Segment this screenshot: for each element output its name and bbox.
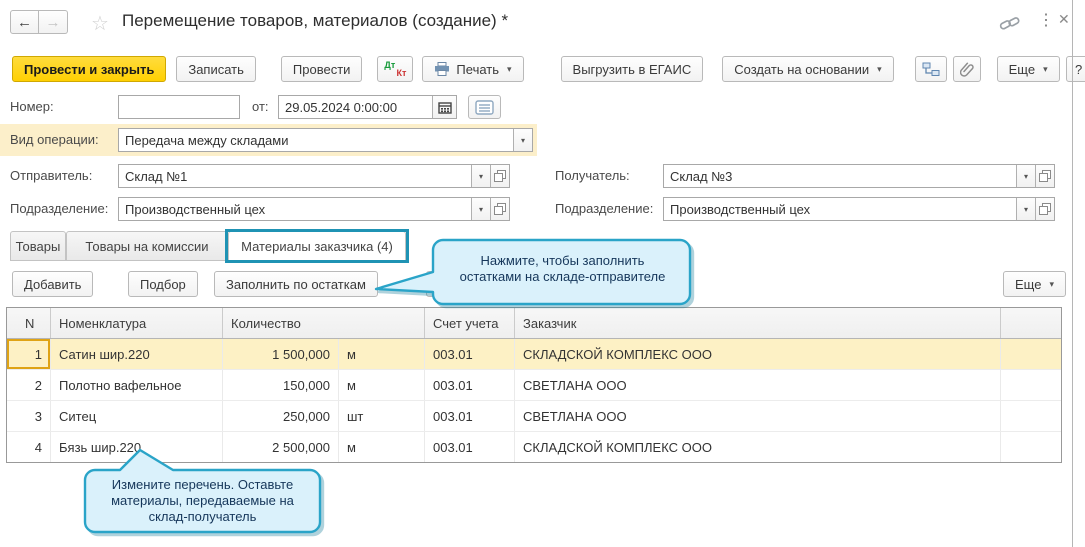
operation-select[interactable]: Передача между складами ▾ [118,128,533,152]
printer-icon [434,62,450,76]
table-more-button[interactable]: Еще ▾ [1003,271,1066,297]
more-menu-icon[interactable]: ⋮ [1038,10,1054,30]
close-icon[interactable]: ✕ [1058,11,1070,28]
help-button[interactable]: ? [1066,56,1085,82]
document-window: ← → ☆ Перемещение товаров, материалов (с… [0,0,1085,547]
table-row[interactable]: 3 Ситец 250,000 шт 003.01 СВЕТЛАНА ООО [7,401,1061,432]
print-button[interactable]: Печать ▾ [422,56,523,82]
date-input[interactable]: 29.05.2024 0:00:00 [278,95,457,119]
fill-hint-text: Нажмите, чтобы заполнить остатками на ск… [450,253,675,285]
column-header-item[interactable]: Номенклатура [51,308,223,338]
sender-label: Отправитель: [10,164,92,188]
link-icon[interactable] [999,15,1021,32]
materials-table: N Номенклатура Количество Счет учета Зак… [6,307,1062,463]
table-row[interactable]: 2 Полотно вафельное 150,000 м 003.01 СВЕ… [7,370,1061,401]
back-button[interactable]: ← [10,10,39,34]
hierarchy-icon [922,62,940,77]
dropdown-button[interactable]: ▾ [471,165,490,187]
pick-button[interactable]: Подбор [128,271,198,297]
post-button[interactable]: Провести [281,56,363,82]
structure-button[interactable] [915,56,947,82]
dt-kt-button[interactable]: ДтКт [377,56,413,82]
dropdown-button[interactable]: ▾ [471,198,490,220]
chevron-down-icon: ▾ [479,205,483,214]
department-sender-label: Подразделение: [10,197,108,221]
egais-export-button[interactable]: Выгрузить в ЕГАИС [561,56,704,82]
back-arrow-icon: ← [17,14,32,31]
operation-label: Вид операции: [10,128,99,152]
open-link-icon [1039,203,1051,215]
chevron-down-icon: ▾ [1024,172,1028,181]
dropdown-button[interactable]: ▾ [513,129,532,151]
table-row[interactable]: 1 Сатин шир.220 1 500,000 м 003.01 СКЛАД… [7,339,1061,370]
favorite-star-icon[interactable]: ☆ [91,11,109,36]
post-and-close-button[interactable]: Провести и закрыть [12,56,166,82]
page-title: Перемещение товаров, материалов (создани… [122,11,508,31]
attachments-button[interactable] [953,56,981,82]
forward-button[interactable]: → [39,10,68,34]
calendar-button[interactable] [432,96,456,118]
open-button[interactable] [490,165,509,187]
paperclip-icon [960,62,974,77]
open-button[interactable] [490,198,509,220]
chevron-down-icon: ▾ [479,172,483,181]
open-link-icon [494,170,506,182]
more-button[interactable]: Еще ▾ [997,56,1060,82]
column-header-n[interactable]: N [7,308,51,338]
calendar-icon [438,101,452,114]
add-row-button[interactable]: Добавить [12,271,93,297]
receiver-input[interactable]: Склад №3 ▾ [663,164,1055,188]
dropdown-button[interactable]: ▾ [1016,165,1035,187]
fill-by-balance-button[interactable]: Заполнить по остаткам [214,271,378,297]
open-link-icon [1039,170,1051,182]
dropdown-caret-icon: ▾ [1049,279,1054,290]
open-button[interactable] [1035,165,1054,187]
tab-goods[interactable]: Товары [10,231,66,261]
department-receiver-label: Подразделение: [555,197,653,221]
department-receiver-input[interactable]: Производственный цех ▾ [663,197,1055,221]
chevron-down-icon: ▾ [1024,205,1028,214]
window-edge-separator [1072,0,1073,547]
dropdown-button[interactable]: ▾ [1016,198,1035,220]
number-label: Номер: [10,95,54,119]
dropdown-caret-icon: ▾ [507,64,512,75]
number-input[interactable] [118,95,240,119]
date-label: от: [252,95,269,119]
dropdown-caret-icon: ▾ [1043,64,1048,75]
command-toolbar: Провести и закрыть Записать Провести ДтК… [12,56,1085,82]
chevron-down-icon: ▾ [521,136,525,145]
open-link-icon [494,203,506,215]
sender-input[interactable]: Склад №1 ▾ [118,164,510,188]
nav-buttons: ← → [10,10,68,34]
date-list-button[interactable] [468,95,501,119]
column-header-empty [1001,308,1061,338]
tab-commission-goods[interactable]: Товары на комиссии [66,231,228,261]
list-hint-text: Измените перечень. Оставьте материалы, п… [95,477,310,525]
save-button[interactable]: Записать [176,56,256,82]
department-sender-input[interactable]: Производственный цех ▾ [118,197,510,221]
create-based-on-button[interactable]: Создать на основании ▾ [722,56,893,82]
dropdown-caret-icon: ▾ [877,64,882,75]
receiver-label: Получатель: [555,164,630,188]
dt-kt-icon: ДтКт [384,60,406,78]
open-button[interactable] [1035,198,1054,220]
list-icon [475,100,494,115]
forward-arrow-icon: → [46,14,61,31]
